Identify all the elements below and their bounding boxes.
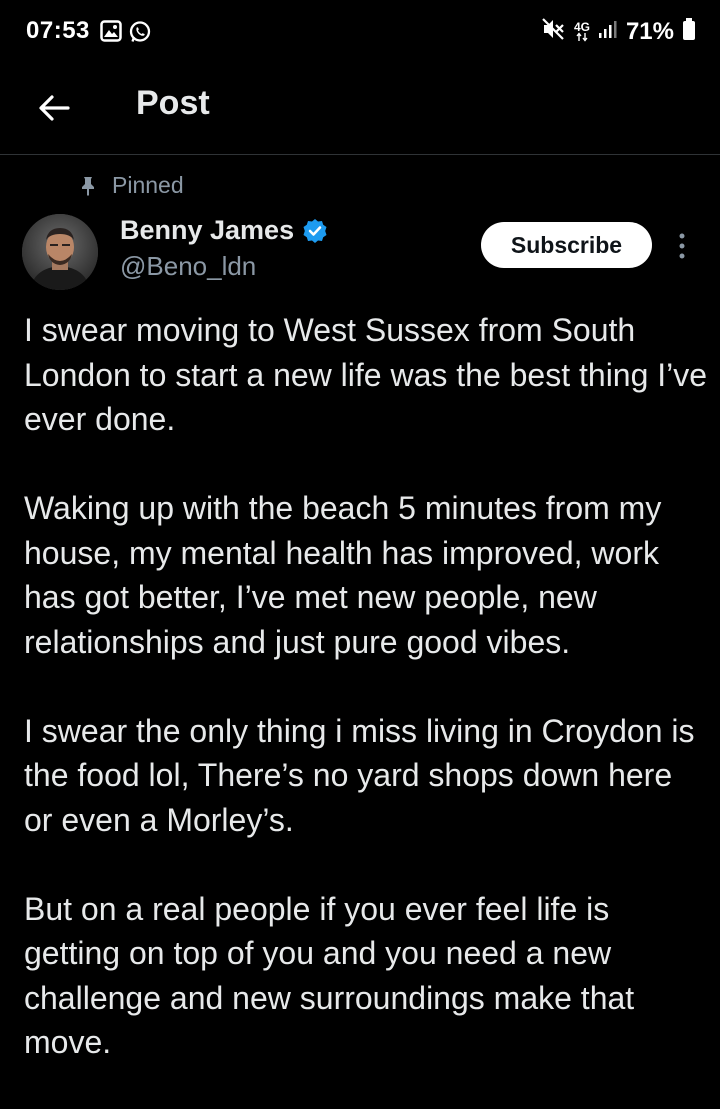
nav-header: Post xyxy=(0,66,720,155)
status-time: 07:53 xyxy=(26,17,90,44)
pinned-label: Pinned xyxy=(112,172,184,198)
whatsapp-icon xyxy=(128,20,152,49)
pin-icon xyxy=(82,176,94,196)
subscribe-button[interactable]: Subscribe xyxy=(481,222,652,268)
page-title: Post xyxy=(136,84,210,122)
avatar[interactable] xyxy=(22,214,98,290)
notification-icons xyxy=(100,20,152,49)
pinned-indicator: Pinned xyxy=(78,172,184,199)
more-vertical-icon xyxy=(679,233,685,259)
author-name-row[interactable]: Benny James xyxy=(120,215,328,246)
post-paragraph: Waking up with the beach 5 minutes from … xyxy=(24,490,662,660)
post-paragraph: I swear moving to West Sussex from South… xyxy=(24,312,708,437)
more-options-button[interactable] xyxy=(670,230,694,262)
network-indicator: 4G xyxy=(573,19,590,42)
back-button[interactable] xyxy=(30,84,78,132)
post-paragraph: I swear the only thing i miss living in … xyxy=(24,712,695,838)
system-icons: 4G 71% xyxy=(540,16,696,47)
battery-icon xyxy=(682,17,696,46)
status-bar: 07:53 4G 71% xyxy=(0,0,720,66)
profile-photo xyxy=(22,214,98,290)
battery-percent: 71% xyxy=(625,17,674,45)
network-type: 4G xyxy=(573,19,590,34)
arrow-left-icon xyxy=(39,95,70,121)
gallery-icon xyxy=(100,20,122,49)
author-name[interactable]: Benny James xyxy=(120,215,294,246)
mute-icon xyxy=(540,16,566,47)
data-arrows-icon xyxy=(576,31,588,42)
post-paragraph: But on a real people if you ever feel li… xyxy=(24,890,635,1061)
signal-icon xyxy=(598,19,618,44)
verified-badge-icon xyxy=(303,218,327,243)
author-handle[interactable]: @Beno_ldn xyxy=(120,251,256,282)
post-text: I swear moving to West Sussex from South… xyxy=(24,308,708,1109)
